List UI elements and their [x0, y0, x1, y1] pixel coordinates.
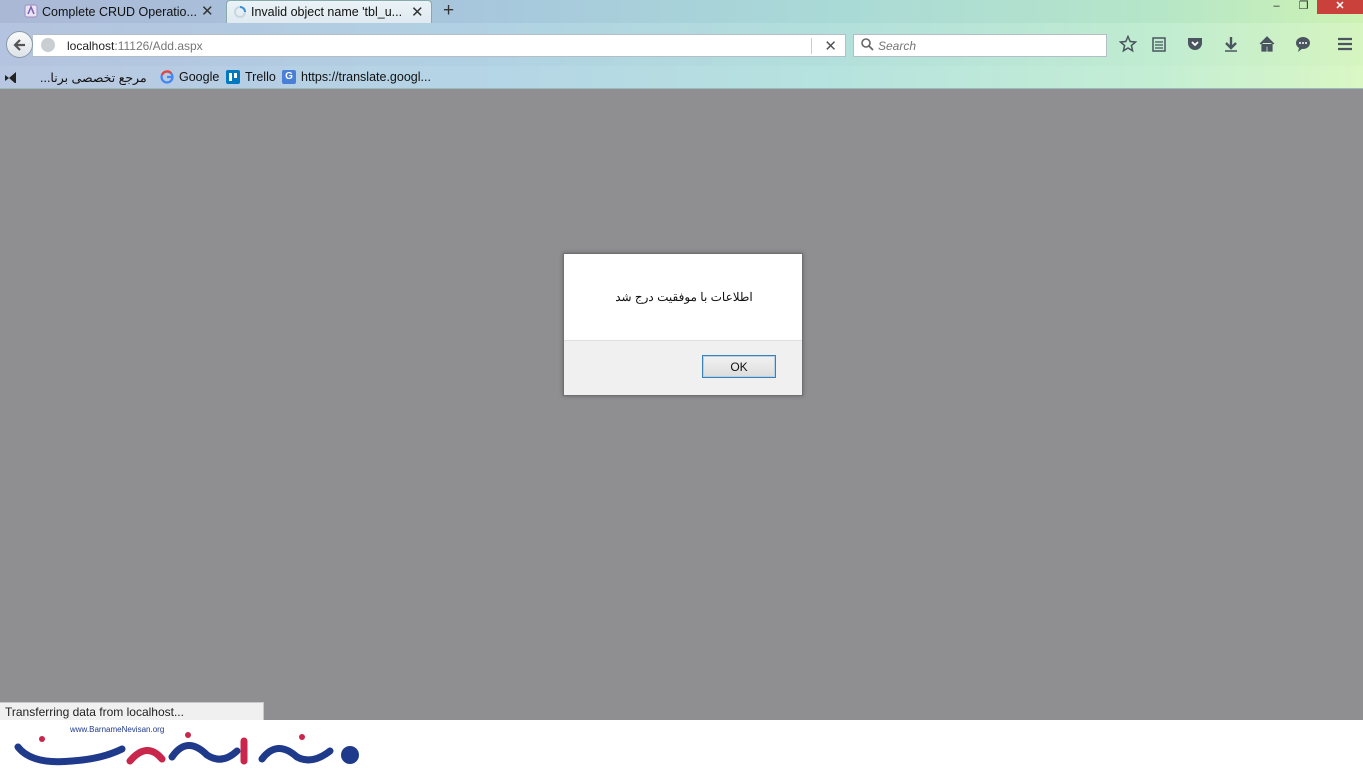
chat-icon[interactable]	[1292, 35, 1314, 55]
search-bar[interactable]	[853, 34, 1107, 57]
status-bar: Transferring data from localhost...	[0, 702, 264, 722]
download-icon[interactable]	[1220, 35, 1242, 55]
back-button[interactable]	[6, 31, 33, 58]
new-tab-button[interactable]: +	[443, 0, 454, 22]
url-text[interactable]: localhost:11126/Add.aspx	[67, 39, 203, 53]
bookmark-star-icon[interactable]	[1117, 34, 1139, 55]
loading-spinner-icon	[233, 5, 247, 19]
navigation-toolbar: localhost:11126/Add.aspx ✕	[0, 23, 1363, 66]
alert-dialog: اطلاعات با موفقیت درج شد OK	[563, 253, 803, 396]
bookmark-label: Google	[179, 70, 220, 84]
ok-button[interactable]: OK	[702, 355, 776, 378]
url-host: localhost	[67, 39, 115, 53]
visual-studio-icon[interactable]	[4, 71, 18, 83]
watermark-strip: www.BarnameNevisan.org	[0, 720, 1363, 770]
restore-window-button[interactable]: ❐	[1290, 0, 1317, 14]
home-icon[interactable]	[1256, 35, 1278, 55]
bookmarks-toolbar: ...مرجع تخصصی برنا Google Trello G https…	[0, 66, 1363, 89]
search-input[interactable]	[878, 37, 1098, 54]
alert-footer: OK	[564, 340, 802, 395]
pocket-icon[interactable]	[1184, 35, 1206, 55]
stop-loading-icon[interactable]: ✕	[824, 37, 837, 55]
alert-message: اطلاعات با موفقیت درج شد	[615, 290, 753, 304]
tab-label: Invalid object name 'tbl_u...	[251, 5, 403, 19]
url-bar[interactable]: localhost:11126/Add.aspx ✕	[33, 34, 846, 57]
page-content-overlay: اطلاعات با موفقیت درج شد OK	[0, 89, 1363, 720]
watermark-url: www.BarnameNevisan.org	[69, 725, 164, 734]
bookmark-label: Trello	[245, 70, 276, 84]
barnamenevisan-logo: www.BarnameNevisan.org	[14, 725, 359, 766]
bookmark-google[interactable]: Google	[160, 70, 219, 84]
bookmark-label: https://translate.googl...	[301, 70, 431, 84]
translate-icon: G	[282, 70, 296, 84]
minimize-window-button[interactable]: –	[1263, 0, 1290, 14]
close-tab-icon[interactable]: ✕	[411, 3, 424, 21]
site-identity-icon[interactable]	[41, 38, 55, 52]
bookmark-label: ...مرجع تخصصی برنا	[40, 71, 147, 85]
page-favicon-icon	[24, 4, 38, 18]
search-icon	[861, 38, 874, 54]
reading-list-icon[interactable]	[1148, 35, 1170, 55]
trello-icon	[226, 70, 240, 84]
url-path: :11126/Add.aspx	[114, 39, 203, 53]
tab-label: Complete CRUD Operatio...	[42, 4, 197, 19]
google-icon	[160, 70, 174, 84]
menu-icon[interactable]	[1334, 35, 1356, 55]
tab-invalid-object[interactable]: Invalid object name 'tbl_u... ✕	[226, 0, 432, 23]
tab-strip: Complete CRUD Operatio... ✕ Invalid obje…	[0, 0, 1363, 23]
close-window-button[interactable]: ✕	[1317, 0, 1363, 14]
tab-crud-operations[interactable]: Complete CRUD Operatio... ✕	[18, 0, 222, 23]
bookmark-translate[interactable]: G https://translate.googl...	[282, 70, 431, 84]
back-arrow-icon	[12, 39, 25, 51]
bookmark-barname[interactable]: ...مرجع تخصصی برنا	[40, 70, 147, 85]
bookmark-trello[interactable]: Trello	[226, 70, 276, 84]
url-divider	[811, 38, 812, 54]
close-tab-icon[interactable]: ✕	[201, 2, 214, 20]
